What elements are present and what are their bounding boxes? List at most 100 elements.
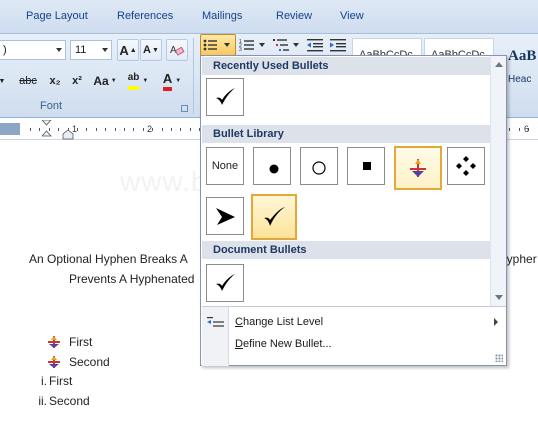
checkmark-icon: [216, 88, 235, 105]
change-list-level-label: Change List Level: [235, 316, 324, 328]
font-size-value: 11: [75, 44, 87, 56]
paragraph-line: Prevents A Hyphenated: [69, 272, 195, 286]
tab-review[interactable]: Review: [276, 10, 312, 22]
font-name-combo[interactable]: ): [0, 40, 66, 60]
ruler-tick: [133, 128, 134, 131]
decrease-indent-button[interactable]: [304, 34, 326, 56]
bullet-none-label: None: [211, 160, 239, 172]
arrow-bullet-icon: [48, 336, 60, 348]
highlight-button[interactable]: ab ▼: [123, 70, 153, 92]
hanging-indent-icon[interactable]: [62, 130, 74, 140]
ruler-tick: [77, 128, 78, 131]
svg-text:3: 3: [239, 47, 242, 53]
bullet-four-diamonds[interactable]: [447, 147, 485, 185]
style-sample: AaB: [508, 48, 537, 64]
decrease-indent-icon: [307, 39, 323, 52]
dialog-launcher-icon[interactable]: [181, 105, 188, 112]
font-color-button[interactable]: A ▼: [156, 70, 188, 92]
change-list-level-text: hange List Level: [242, 316, 324, 328]
chevron-down-icon[interactable]: [56, 48, 62, 52]
font-group: ) 11 A ▲ A ▼ A ▼ abc x₂ x² Aa ▼ ab ▼ A ▼…: [0, 34, 193, 118]
filled-square-icon: [363, 162, 371, 170]
scroll-up-icon[interactable]: [495, 62, 503, 67]
change-list-level-icon: [207, 317, 224, 327]
increase-indent-button[interactable]: [327, 34, 349, 56]
numbered-list-icon: 1 2 3: [239, 39, 265, 53]
recent-bullet-checkmark[interactable]: [206, 78, 244, 116]
list-item: i. First: [27, 374, 72, 388]
define-new-bullet-item[interactable]: Define New Bullet...: [202, 333, 506, 355]
bullet-none[interactable]: None: [206, 147, 244, 185]
superscript-label: x²: [72, 75, 82, 87]
tab-references[interactable]: References: [117, 10, 173, 22]
bullet-arrow-star[interactable]: [394, 146, 442, 190]
bullet-filled-circle[interactable]: [253, 147, 291, 185]
checkmark-icon: [264, 207, 285, 226]
change-list-level-item[interactable]: Change List Level: [202, 311, 506, 333]
multilevel-list-icon: [273, 39, 299, 51]
list-item-text: Second: [69, 355, 110, 369]
shrink-font-label: A: [143, 44, 151, 56]
four-arrow-star-icon: [410, 159, 426, 177]
bullet-library-header: Bullet Library: [202, 125, 491, 143]
list-item: ii. Second: [27, 394, 89, 408]
filled-circle-icon: [269, 164, 279, 174]
ruler-tick: [30, 128, 31, 131]
ruler-tick: [39, 128, 40, 131]
strikethrough-button[interactable]: abc: [14, 70, 42, 92]
bullet-list-icon: [203, 39, 230, 51]
shrink-font-button[interactable]: A ▼: [140, 39, 162, 61]
bullet-checkmark-selected[interactable]: [251, 194, 297, 240]
tab-page-layout[interactable]: Page Layout: [26, 10, 88, 22]
bullet-filled-square[interactable]: [347, 147, 385, 185]
list-marker: ii.: [38, 394, 47, 408]
ruler-tick: [180, 128, 181, 131]
indent-marker-icon[interactable]: [42, 120, 52, 140]
ruler-tick: [86, 128, 87, 131]
ruler-number: 2: [147, 124, 153, 134]
font-group-label: Font: [40, 100, 63, 112]
tab-mailings[interactable]: Mailings: [202, 10, 242, 22]
font-size-combo[interactable]: 11: [70, 40, 112, 60]
define-new-bullet-label: Define New Bullet...: [235, 338, 332, 350]
arrowhead-icon: [216, 208, 235, 225]
arrow-bullet-icon: [48, 356, 60, 368]
clear-formatting-button[interactable]: A: [166, 39, 188, 61]
recently-used-header: Recently Used Bullets: [202, 57, 491, 75]
bullet-arrowhead[interactable]: [206, 197, 244, 235]
style-heading[interactable]: AaB Heac: [504, 38, 538, 92]
multilevel-list-button[interactable]: [271, 34, 303, 56]
group-separator: [193, 38, 194, 114]
resize-grip-icon[interactable]: [495, 354, 503, 362]
ribbon-tab-bar: Page Layout References Mailings Review V…: [0, 0, 538, 34]
hollow-circle-icon: [312, 161, 326, 175]
font-name-value: ): [3, 44, 7, 56]
document-bullet-checkmark[interactable]: [206, 264, 244, 302]
list-item-text: First: [49, 374, 73, 388]
bullet-hollow-circle[interactable]: [300, 147, 338, 185]
grow-font-button[interactable]: A ▲: [117, 39, 139, 61]
scroll-down-icon[interactable]: [495, 295, 503, 300]
ruler-tick: [509, 128, 510, 131]
ruler-tick: [152, 128, 153, 131]
tab-view[interactable]: View: [340, 10, 364, 22]
numbering-button[interactable]: 1 2 3: [238, 34, 270, 56]
strikethrough-label: abc: [19, 75, 37, 87]
change-case-button[interactable]: Aa ▼: [90, 70, 120, 92]
ruler-tick: [519, 128, 520, 131]
list-item: First: [47, 335, 92, 349]
subscript-button[interactable]: x₂: [44, 70, 66, 92]
list-item: Second: [47, 355, 110, 369]
submenu-arrow-icon: [494, 318, 498, 326]
increase-indent-icon: [330, 39, 346, 52]
subscript-label: x₂: [49, 75, 61, 87]
scrollbar[interactable]: [490, 56, 506, 306]
bullets-button[interactable]: [200, 34, 236, 56]
dropdown-arrow[interactable]: ▼: [0, 70, 8, 92]
superscript-button[interactable]: x²: [66, 70, 88, 92]
chevron-down-icon[interactable]: [102, 48, 108, 52]
four-diamonds-icon: [456, 156, 476, 176]
bullets-dropdown: Recently Used Bullets Bullet Library Non…: [200, 55, 507, 366]
ruler-tick: [190, 128, 191, 131]
document-bullets-header: Document Bullets: [202, 241, 491, 259]
